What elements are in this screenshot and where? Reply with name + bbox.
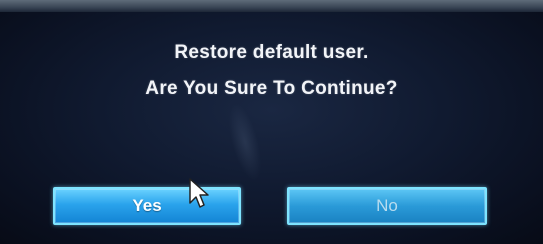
screen: Restore default user. Are You Sure To Co…: [0, 0, 543, 244]
top-window-strip: [0, 0, 543, 12]
screen-glare: [222, 99, 268, 185]
dialog-message-line1: Restore default user.: [174, 42, 369, 63]
dialog-message-line2: Are You Sure To Continue?: [145, 78, 398, 99]
no-button[interactable]: No: [287, 187, 487, 225]
mouse-pointer-icon: [189, 178, 209, 208]
confirmation-dialog: Restore default user. Are You Sure To Co…: [0, 12, 543, 244]
